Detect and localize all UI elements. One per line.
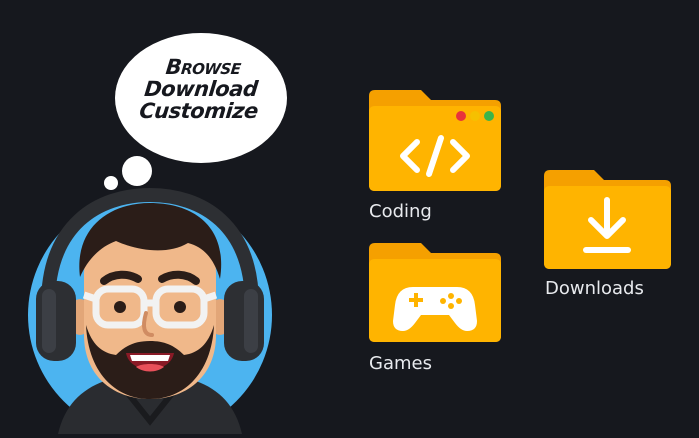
window-dot-yellow <box>470 111 480 121</box>
thought-dot-large <box>122 156 152 186</box>
bubble-line-browse: Browse <box>164 55 243 79</box>
bubble-line-customize: Customize <box>138 99 260 123</box>
folder-games[interactable] <box>369 243 501 342</box>
bubble-line-download: Download <box>143 77 259 101</box>
window-dot-green <box>484 111 494 121</box>
folder-games-graphic <box>369 243 501 342</box>
illustration-canvas: Browse Download Customize Coding Games D… <box>0 0 699 437</box>
folder-downloads[interactable] <box>544 170 671 269</box>
folder-downloads-label[interactable]: Downloads <box>545 278 644 299</box>
window-dot-red <box>456 111 466 121</box>
avatar <box>18 185 283 437</box>
folder-games-label[interactable]: Games <box>369 353 432 374</box>
folder-downloads-graphic <box>544 170 671 269</box>
folder-coding-graphic <box>369 90 501 191</box>
speech-bubble: Browse Download Customize <box>114 32 288 164</box>
folder-coding-label[interactable]: Coding <box>369 201 432 222</box>
folder-coding[interactable] <box>369 90 501 191</box>
avatar-illustration <box>28 187 272 437</box>
speech-bubble-text: Browse Download Customize <box>111 55 292 123</box>
